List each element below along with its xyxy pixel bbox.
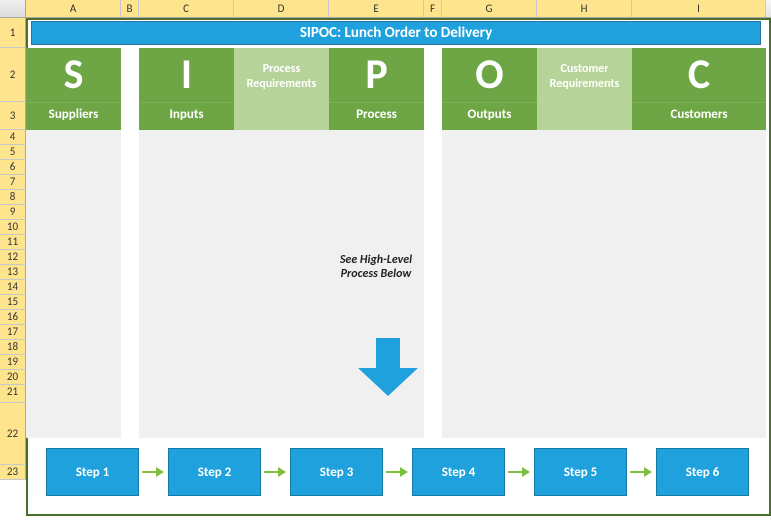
row-header-13[interactable]: 13 <box>0 265 26 280</box>
row-header-9[interactable]: 9 <box>0 205 26 220</box>
step-arrow-5 <box>630 468 654 478</box>
spreadsheet-viewport: { "columns": ["A","B","C","D","E","F","G… <box>0 0 771 520</box>
header-outputs-label: Outputs <box>442 102 537 130</box>
row-header-21[interactable]: 21 <box>0 385 26 403</box>
col-header-A[interactable]: A <box>26 0 121 17</box>
header-gap-1 <box>121 48 139 130</box>
header-outputs-letter: O <box>442 48 537 102</box>
step-6[interactable]: Step 6 <box>656 448 749 496</box>
step-1[interactable]: Step 1 <box>46 448 139 496</box>
header-process-letter: P <box>329 48 424 102</box>
header-suppliers-label: Suppliers <box>26 102 121 130</box>
row-header-18[interactable]: 18 <box>0 340 26 355</box>
row-header-5[interactable]: 5 <box>0 145 26 160</box>
row-header-12[interactable]: 12 <box>0 250 26 265</box>
row-header-23[interactable]: 23 <box>0 465 26 480</box>
header-outputs: O Outputs <box>442 48 537 130</box>
header-inputs-label: Inputs <box>139 102 234 130</box>
row-header-16[interactable]: 16 <box>0 310 26 325</box>
select-all-corner[interactable] <box>0 0 26 17</box>
header-inputs: I Inputs <box>139 48 234 130</box>
column-header-row: A B C D E F G H I <box>0 0 771 18</box>
col-header-H[interactable]: H <box>537 0 632 17</box>
row-header-7[interactable]: 7 <box>0 175 26 190</box>
col-header-B[interactable]: B <box>121 0 139 17</box>
header-customers: C Customers <box>632 48 766 130</box>
step-4[interactable]: Step 4 <box>412 448 505 496</box>
header-customers-label: Customers <box>632 102 766 130</box>
body-inputs[interactable] <box>139 130 234 438</box>
col-header-I[interactable]: I <box>632 0 766 17</box>
body-suppliers[interactable] <box>26 130 121 438</box>
row-header-15[interactable]: 15 <box>0 295 26 310</box>
row-header-19[interactable]: 19 <box>0 355 26 370</box>
header-process-reqs: Process Requirements <box>234 48 329 130</box>
row-header-col: 1 2 3 4 5 6 7 8 9 10 11 12 13 14 15 16 1… <box>0 18 26 480</box>
row-header-20[interactable]: 20 <box>0 370 26 385</box>
step-arrow-3 <box>386 468 410 478</box>
header-process: P Process <box>329 48 424 130</box>
down-arrow-icon <box>358 338 418 398</box>
process-note: See High-Level Process Below <box>326 253 426 281</box>
row-header-2[interactable]: 2 <box>0 48 26 102</box>
header-customers-letter: C <box>632 48 766 102</box>
row-header-6[interactable]: 6 <box>0 160 26 175</box>
header-gap-2 <box>424 48 442 130</box>
row-header-4[interactable]: 4 <box>0 130 26 145</box>
row-header-3[interactable]: 3 <box>0 102 26 130</box>
header-customer-reqs: Customer Requirements <box>537 48 632 130</box>
row-header-22[interactable]: 22 <box>0 403 26 465</box>
row-header-8[interactable]: 8 <box>0 190 26 205</box>
col-header-G[interactable]: G <box>442 0 537 17</box>
header-process-label: Process <box>329 102 424 130</box>
col-header-C[interactable]: C <box>139 0 234 17</box>
body-outputs[interactable] <box>442 130 537 438</box>
process-steps-row: Step 1 Step 2 Step 3 Step 4 Step 5 Step … <box>26 448 771 508</box>
step-arrow-4 <box>508 468 532 478</box>
row-header-14[interactable]: 14 <box>0 280 26 295</box>
step-arrow-1 <box>142 468 166 478</box>
sipoc-title: SIPOC: Lunch Order to Delivery <box>31 21 761 45</box>
step-3[interactable]: Step 3 <box>290 448 383 496</box>
row-header-1[interactable]: 1 <box>0 18 26 48</box>
process-note-l2: Process Below <box>341 267 412 281</box>
step-5[interactable]: Step 5 <box>534 448 627 496</box>
row-header-17[interactable]: 17 <box>0 325 26 340</box>
header-suppliers-letter: S <box>26 48 121 102</box>
step-2[interactable]: Step 2 <box>168 448 261 496</box>
grid-area[interactable]: SIPOC: Lunch Order to Delivery S Supplie… <box>26 18 771 520</box>
body-preqs[interactable] <box>234 130 329 438</box>
col-header-F[interactable]: F <box>424 0 442 17</box>
header-inputs-letter: I <box>139 48 234 102</box>
row-header-10[interactable]: 10 <box>0 220 26 235</box>
col-header-E[interactable]: E <box>329 0 424 17</box>
sipoc-header-row: S Suppliers I Inputs Process Requirement… <box>26 48 771 130</box>
body-customers[interactable] <box>632 130 766 438</box>
row-header-11[interactable]: 11 <box>0 235 26 250</box>
step-arrow-2 <box>264 468 288 478</box>
process-note-l1: See High-Level <box>340 253 412 267</box>
col-header-D[interactable]: D <box>234 0 329 17</box>
body-creqs[interactable] <box>537 130 632 438</box>
header-suppliers: S Suppliers <box>26 48 121 130</box>
